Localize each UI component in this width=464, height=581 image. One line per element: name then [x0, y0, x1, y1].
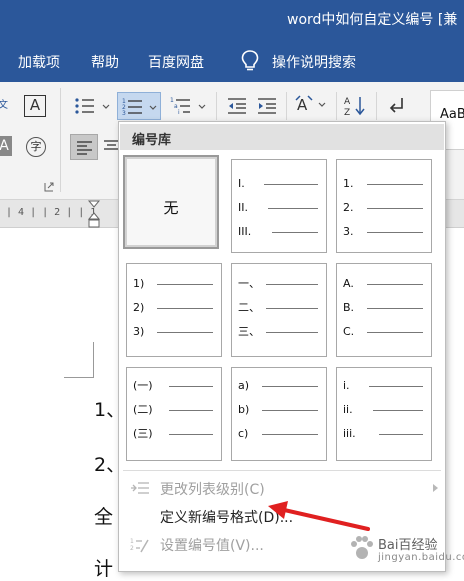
char-shading-icon[interactable]: A [0, 136, 12, 156]
menu-item-help[interactable]: 帮助 [91, 52, 119, 72]
marker: iii. [343, 427, 356, 440]
ruler-marks: | 4 | | 2 | | 1 [6, 207, 97, 218]
marker: II. [238, 201, 248, 214]
marker: 3. [343, 225, 354, 238]
none-label: 无 [163, 199, 179, 217]
svg-text:i: i [178, 109, 180, 116]
menu-item-addins[interactable]: 加载项 [18, 52, 60, 72]
numbering-library-header: 编号库 [120, 124, 444, 150]
marker: 1. [343, 177, 354, 190]
bullets-icon[interactable] [74, 96, 112, 116]
menu-item-baidu-netdisk[interactable]: 百度网盘 [148, 52, 204, 72]
phonetic-guide-icon[interactable]: 文 [0, 96, 8, 111]
increase-indent-icon[interactable] [256, 96, 278, 116]
marker: (一) [133, 379, 153, 392]
marker: b) [238, 403, 250, 416]
marker: ii. [343, 403, 353, 416]
marker: 2) [133, 301, 145, 314]
numbering-tile-roman[interactable]: I. II. III. [231, 159, 327, 253]
marker: 3) [133, 325, 145, 338]
decrease-indent-icon[interactable] [226, 96, 248, 116]
ribbon-divider [336, 92, 337, 120]
numbering-icon: 1 2 3 [122, 98, 157, 117]
numbering-tile-upper-alpha[interactable]: A. B. C. [336, 263, 432, 357]
watermark-text: Bai百经验 [378, 538, 438, 553]
baidu-paw-icon [351, 536, 373, 559]
set-numbering-value-label: 设置编号值(V)... [160, 538, 264, 554]
marker: 一、 [238, 277, 260, 290]
numbering-tile-arabic-paren[interactable]: 1) 2) 3) [126, 263, 222, 357]
submenu-arrow-icon [433, 484, 438, 492]
svg-text:A: A [297, 96, 308, 114]
sort-icon[interactable]: A Z [344, 94, 370, 118]
set-value-icon: 1 2 [130, 538, 149, 553]
watermark: Bai百经验 jingyan.baidu.com [340, 522, 464, 572]
chinese-layout-icon[interactable]: A [294, 94, 330, 116]
change-level-icon [131, 482, 149, 494]
char-border-icon[interactable]: A [24, 95, 46, 117]
marker: B. [343, 301, 355, 314]
marker: a) [238, 379, 250, 392]
svg-text:Z: Z [344, 108, 350, 118]
indent-marker-icon[interactable] [86, 200, 102, 230]
ribbon-divider [376, 92, 377, 120]
numbering-button[interactable]: 1 2 3 [117, 92, 161, 120]
numbering-tile-chinese[interactable]: 一、 二、 三、 [231, 263, 327, 357]
ribbon-divider [286, 92, 287, 120]
numbering-tile-lower-roman[interactable]: i. ii. iii. [336, 367, 432, 461]
numbering-tile-arabic-dot[interactable]: 1. 2. 3. [336, 159, 432, 253]
numbering-tile-chinese-paren[interactable]: (一) (二) (三) [126, 367, 222, 461]
doc-line-4: 计 [94, 558, 114, 580]
svg-text:1: 1 [130, 538, 134, 545]
numbering-tile-lower-alpha-paren[interactable]: a) b) c) [231, 367, 327, 461]
marker: I. [238, 177, 245, 190]
enclose-char-icon[interactable]: 字 [26, 137, 46, 157]
menu-separator [123, 470, 441, 471]
change-list-level-label: 更改列表级别(C) [160, 482, 265, 498]
marker: (三) [133, 427, 153, 440]
marker: C. [343, 325, 355, 338]
dialog-launcher-icon[interactable] [44, 182, 54, 192]
tell-me-search[interactable]: 操作说明搜索 [272, 52, 356, 72]
marker: 1) [133, 277, 145, 290]
marker: c) [238, 427, 249, 440]
marker: 二、 [238, 301, 260, 314]
align-left-button[interactable] [70, 134, 98, 160]
watermark-url: jingyan.baidu.com [378, 552, 464, 563]
marker: III. [238, 225, 252, 238]
lightbulb-icon [241, 50, 259, 71]
ribbon-divider [216, 92, 217, 120]
page-margin-corner [64, 342, 94, 378]
window-title: word中如何自定义编号 [兼 [287, 12, 458, 28]
marker: (二) [133, 403, 153, 416]
svg-text:2: 2 [130, 545, 134, 552]
show-marks-icon[interactable] [386, 94, 408, 116]
marker: 三、 [238, 325, 260, 338]
ribbon-group-divider [60, 88, 61, 192]
title-bar: word中如何自定义编号 [兼 [0, 0, 464, 40]
marker: A. [343, 277, 354, 290]
menu-bar: 加载项 帮助 百度网盘 操作说明搜索 [0, 40, 464, 82]
svg-text:3: 3 [122, 110, 126, 117]
style-preview-text: AaB [440, 107, 464, 122]
marker: 2. [343, 201, 354, 214]
marker: i. [343, 379, 350, 392]
numbering-tile-none[interactable]: 无 [123, 155, 219, 249]
doc-line-3: 全 [94, 506, 114, 528]
align-left-icon [77, 141, 92, 155]
svg-text:A: A [344, 97, 351, 107]
multilevel-list-icon[interactable]: 1 a i [170, 96, 208, 116]
